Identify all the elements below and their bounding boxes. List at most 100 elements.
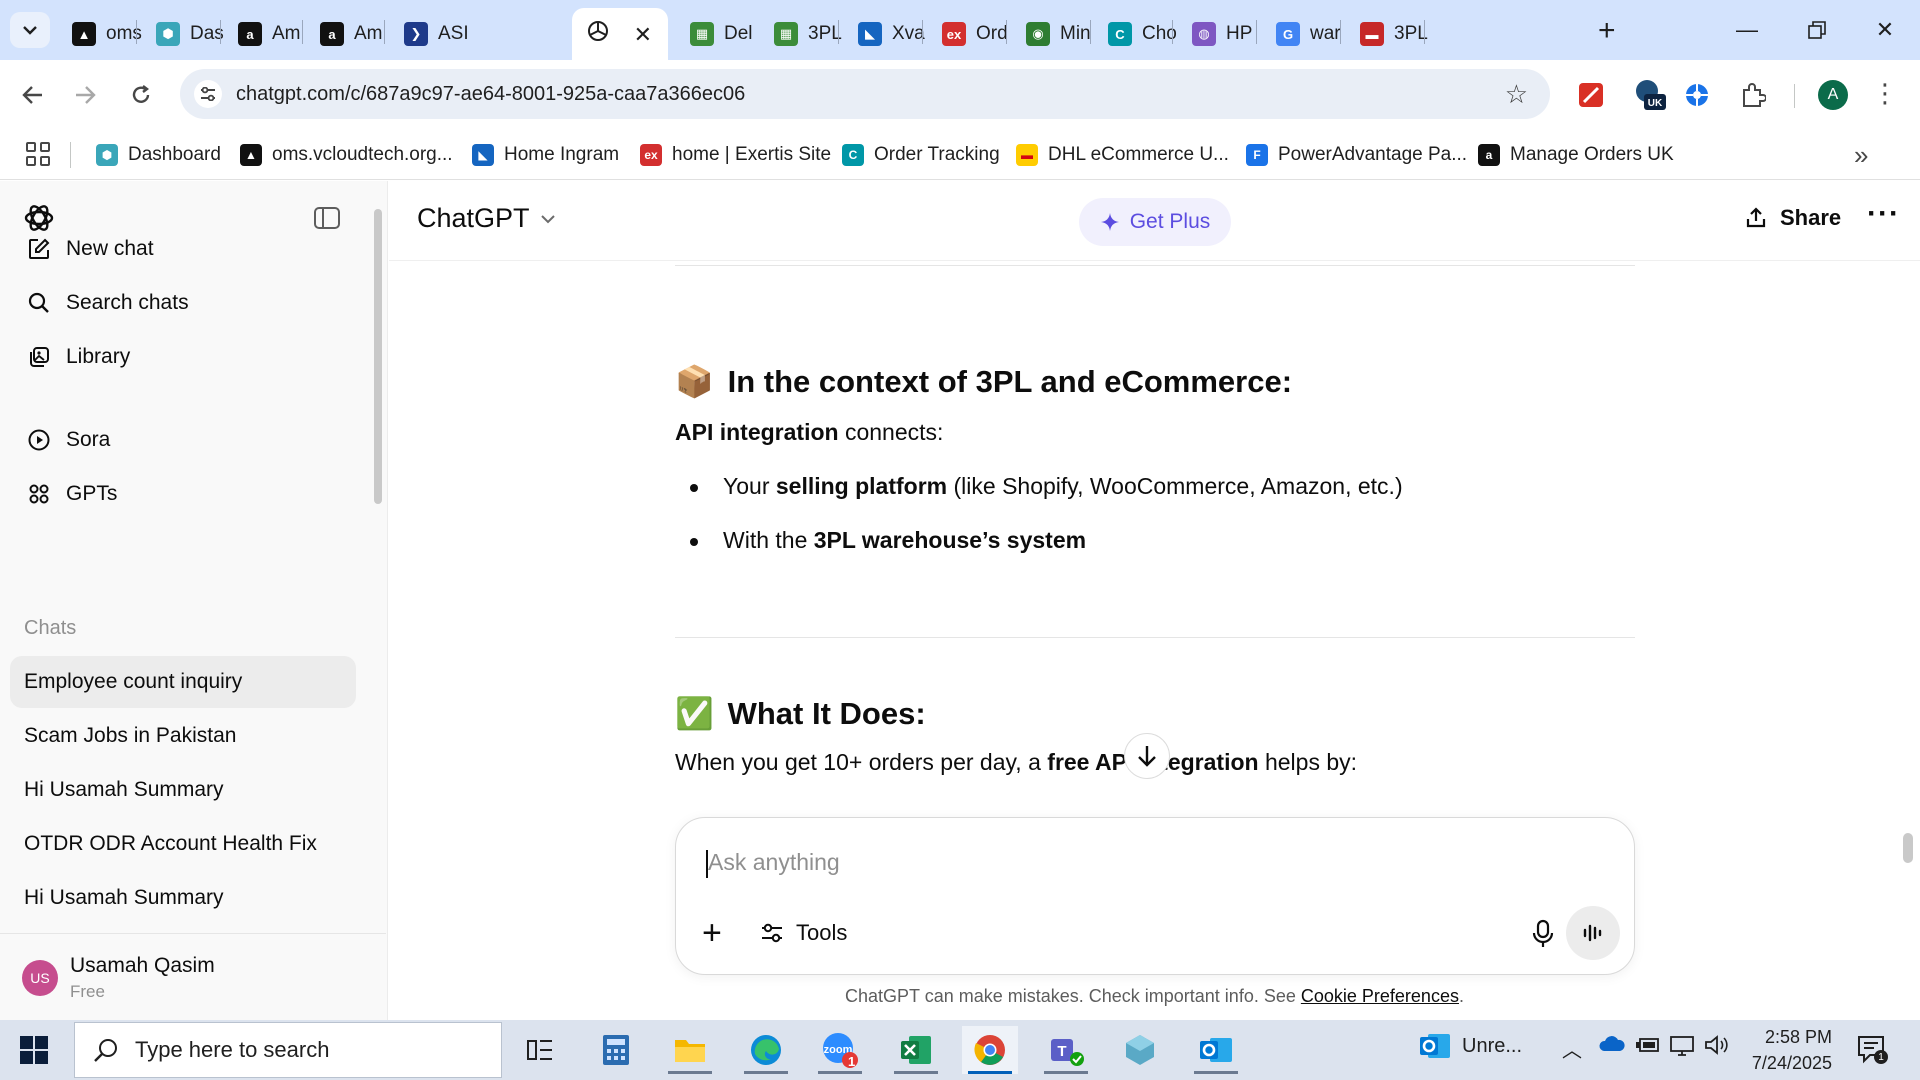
volume-icon[interactable] bbox=[1704, 1034, 1730, 1062]
browser-tab[interactable]: ▦ 3PL bbox=[760, 8, 848, 60]
gpts-button[interactable]: GPTs bbox=[10, 469, 356, 519]
browser-tab[interactable]: ◣ Xva bbox=[844, 8, 932, 60]
microphone-icon[interactable] bbox=[1528, 918, 1558, 950]
chat-history-item[interactable]: Scam Jobs in Pakistan bbox=[10, 710, 356, 762]
paragraph-text: When you get 10+ orders per day, a bbox=[675, 749, 1048, 775]
sidebar-scrollbar[interactable] bbox=[374, 209, 382, 504]
tab-separator bbox=[302, 20, 303, 44]
browser-tab[interactable]: a Am bbox=[306, 8, 394, 60]
share-button[interactable]: Share bbox=[1744, 205, 1841, 231]
back-button[interactable] bbox=[12, 74, 54, 116]
tab-separator bbox=[1006, 20, 1007, 44]
browser-tab[interactable]: ⬢ Das bbox=[142, 8, 230, 60]
section-divider bbox=[675, 637, 1635, 638]
outlook-icon[interactable] bbox=[1188, 1026, 1244, 1074]
teams-icon[interactable]: T bbox=[1038, 1026, 1094, 1074]
conversation-scrollbar[interactable] bbox=[1903, 833, 1913, 863]
outlook-tray-button[interactable]: Unre... bbox=[1418, 1030, 1522, 1062]
browser-tab[interactable]: a Am bbox=[224, 8, 312, 60]
tools-label: Tools bbox=[796, 920, 848, 945]
forward-button[interactable] bbox=[64, 74, 106, 116]
site-info-icon[interactable] bbox=[194, 80, 222, 108]
bookmark-item[interactable]: ▬ DHL eCommerce U... bbox=[1016, 142, 1229, 168]
bookmark-item[interactable]: F PowerAdvantage Pa... bbox=[1246, 142, 1467, 168]
voice-mode-button[interactable] bbox=[1566, 906, 1620, 960]
list-item-bold: 3PL warehouse’s system bbox=[813, 527, 1087, 553]
scroll-to-bottom-button[interactable] bbox=[1124, 733, 1170, 779]
uk-globe-extension-icon[interactable]: UK bbox=[1632, 78, 1666, 112]
minimize-window-button[interactable]: — bbox=[1712, 8, 1782, 52]
amazon-icon: a bbox=[320, 22, 344, 46]
browser-tab-title: Cho bbox=[1142, 23, 1177, 44]
chat-history-item[interactable]: OTDR ODR Account Health Fix bbox=[10, 818, 356, 870]
browser-tab[interactable]: C Cho bbox=[1094, 8, 1182, 60]
restore-window-button[interactable] bbox=[1782, 8, 1852, 52]
bookmark-item[interactable]: ◣ Home Ingram bbox=[472, 142, 619, 168]
file-explorer-icon[interactable] bbox=[662, 1026, 718, 1074]
tab-chatgpt-active[interactable]: ✕ bbox=[572, 8, 668, 60]
browser-tab[interactable]: ◍ HP bbox=[1178, 8, 1266, 60]
tools-button[interactable]: Tools bbox=[760, 920, 847, 946]
windows-start-icon[interactable] bbox=[20, 1036, 48, 1064]
tab-separator bbox=[1424, 20, 1425, 44]
chrome-menu-icon[interactable]: ⋮ bbox=[1872, 78, 1898, 109]
close-tab-icon[interactable]: ✕ bbox=[634, 22, 652, 48]
excel-icon[interactable] bbox=[888, 1026, 944, 1074]
new-chat-button[interactable]: New chat bbox=[10, 224, 356, 274]
close-window-button[interactable]: ✕ bbox=[1850, 8, 1920, 52]
address-bar[interactable]: chatgpt.com/c/687a9c97-ae64-8001-925a-ca… bbox=[180, 69, 1550, 119]
edge-browser-icon[interactable] bbox=[738, 1026, 794, 1074]
pdf-extension-icon[interactable] bbox=[1574, 78, 1608, 112]
chat-history-item[interactable]: Hi Usamah Summary bbox=[10, 764, 356, 816]
get-plus-button[interactable]: Get Plus bbox=[1079, 198, 1231, 246]
message-composer[interactable]: Ask anything + Tools bbox=[675, 817, 1635, 975]
battery-icon[interactable] bbox=[1634, 1034, 1662, 1060]
show-hidden-icons-chevron-icon[interactable]: ︿ bbox=[1562, 1034, 1582, 1063]
chat-history-item[interactable]: Employee count inquiry bbox=[10, 656, 356, 708]
network-icon[interactable] bbox=[1668, 1034, 1696, 1062]
chrome-browser-icon[interactable] bbox=[962, 1026, 1018, 1074]
more-bookmarks-chevron-icon[interactable]: » bbox=[1854, 140, 1868, 171]
system-clock[interactable]: 2:58 PM 7/24/2025 bbox=[1740, 1024, 1832, 1076]
cookie-preferences-link[interactable]: Cookie Preferences bbox=[1301, 986, 1459, 1006]
tab-separator bbox=[1340, 20, 1341, 44]
search-chats-button[interactable]: Search chats bbox=[10, 278, 356, 328]
bookmark-star-icon[interactable]: ☆ bbox=[1505, 79, 1528, 110]
chrome-profile-avatar[interactable]: A bbox=[1818, 80, 1848, 110]
bookmark-item[interactable]: ▲ oms.vcloudtech.org... bbox=[240, 142, 453, 168]
browser-tab[interactable]: Gwar bbox=[1262, 8, 1350, 60]
composer-input[interactable]: Ask anything bbox=[708, 849, 840, 876]
reload-button[interactable] bbox=[120, 74, 162, 116]
notification-center-icon[interactable]: 1 bbox=[1856, 1034, 1888, 1064]
browser-tab[interactable]: ◉ Min bbox=[1012, 8, 1100, 60]
library-button[interactable]: Library bbox=[10, 332, 356, 382]
bookmark-item[interactable]: a Manage Orders UK bbox=[1478, 142, 1674, 168]
browser-tab[interactable]: ❯ ASI bbox=[390, 8, 478, 60]
browser-tab[interactable]: ▲ oms bbox=[58, 8, 146, 60]
browser-tab[interactable]: ex Ord bbox=[928, 8, 1016, 60]
browser-tab[interactable]: ▦ Del bbox=[676, 8, 764, 60]
taskbar-search-box[interactable]: Type here to search bbox=[74, 1022, 502, 1078]
model-selector[interactable]: ChatGPT bbox=[417, 203, 556, 234]
vpn-app-icon[interactable] bbox=[1112, 1026, 1168, 1074]
tab-search-button[interactable] bbox=[10, 12, 50, 48]
sora-button[interactable]: Sora bbox=[10, 415, 356, 465]
calculator-icon[interactable] bbox=[588, 1026, 644, 1074]
task-view-icon[interactable] bbox=[512, 1026, 568, 1074]
bookmark-label: DHL eCommerce U... bbox=[1048, 144, 1229, 165]
chat-history-item[interactable]: Hi Usamah Summary bbox=[10, 872, 356, 924]
network-extension-icon[interactable] bbox=[1680, 78, 1714, 112]
more-options-icon[interactable]: ··· bbox=[1867, 197, 1900, 231]
bookmark-label: PowerAdvantage Pa... bbox=[1278, 144, 1468, 165]
user-account-button[interactable]: US Usamah Qasim Free bbox=[0, 933, 386, 1020]
onedrive-cloud-icon[interactable] bbox=[1598, 1034, 1626, 1058]
browser-tab[interactable]: ▬ 3PL bbox=[1346, 8, 1434, 60]
extensions-puzzle-icon[interactable] bbox=[1736, 78, 1770, 112]
zoom-app-icon[interactable]: zoom 1 bbox=[812, 1026, 868, 1074]
bookmark-item[interactable]: C Order Tracking bbox=[842, 142, 1000, 168]
bookmark-item[interactable]: ⬢ Dashboard bbox=[96, 142, 221, 168]
attach-plus-button[interactable]: + bbox=[702, 914, 722, 953]
new-tab-button[interactable]: + bbox=[1598, 14, 1616, 48]
apps-grid-icon[interactable] bbox=[26, 142, 50, 166]
bookmark-item[interactable]: ex home | Exertis Site bbox=[640, 142, 831, 168]
